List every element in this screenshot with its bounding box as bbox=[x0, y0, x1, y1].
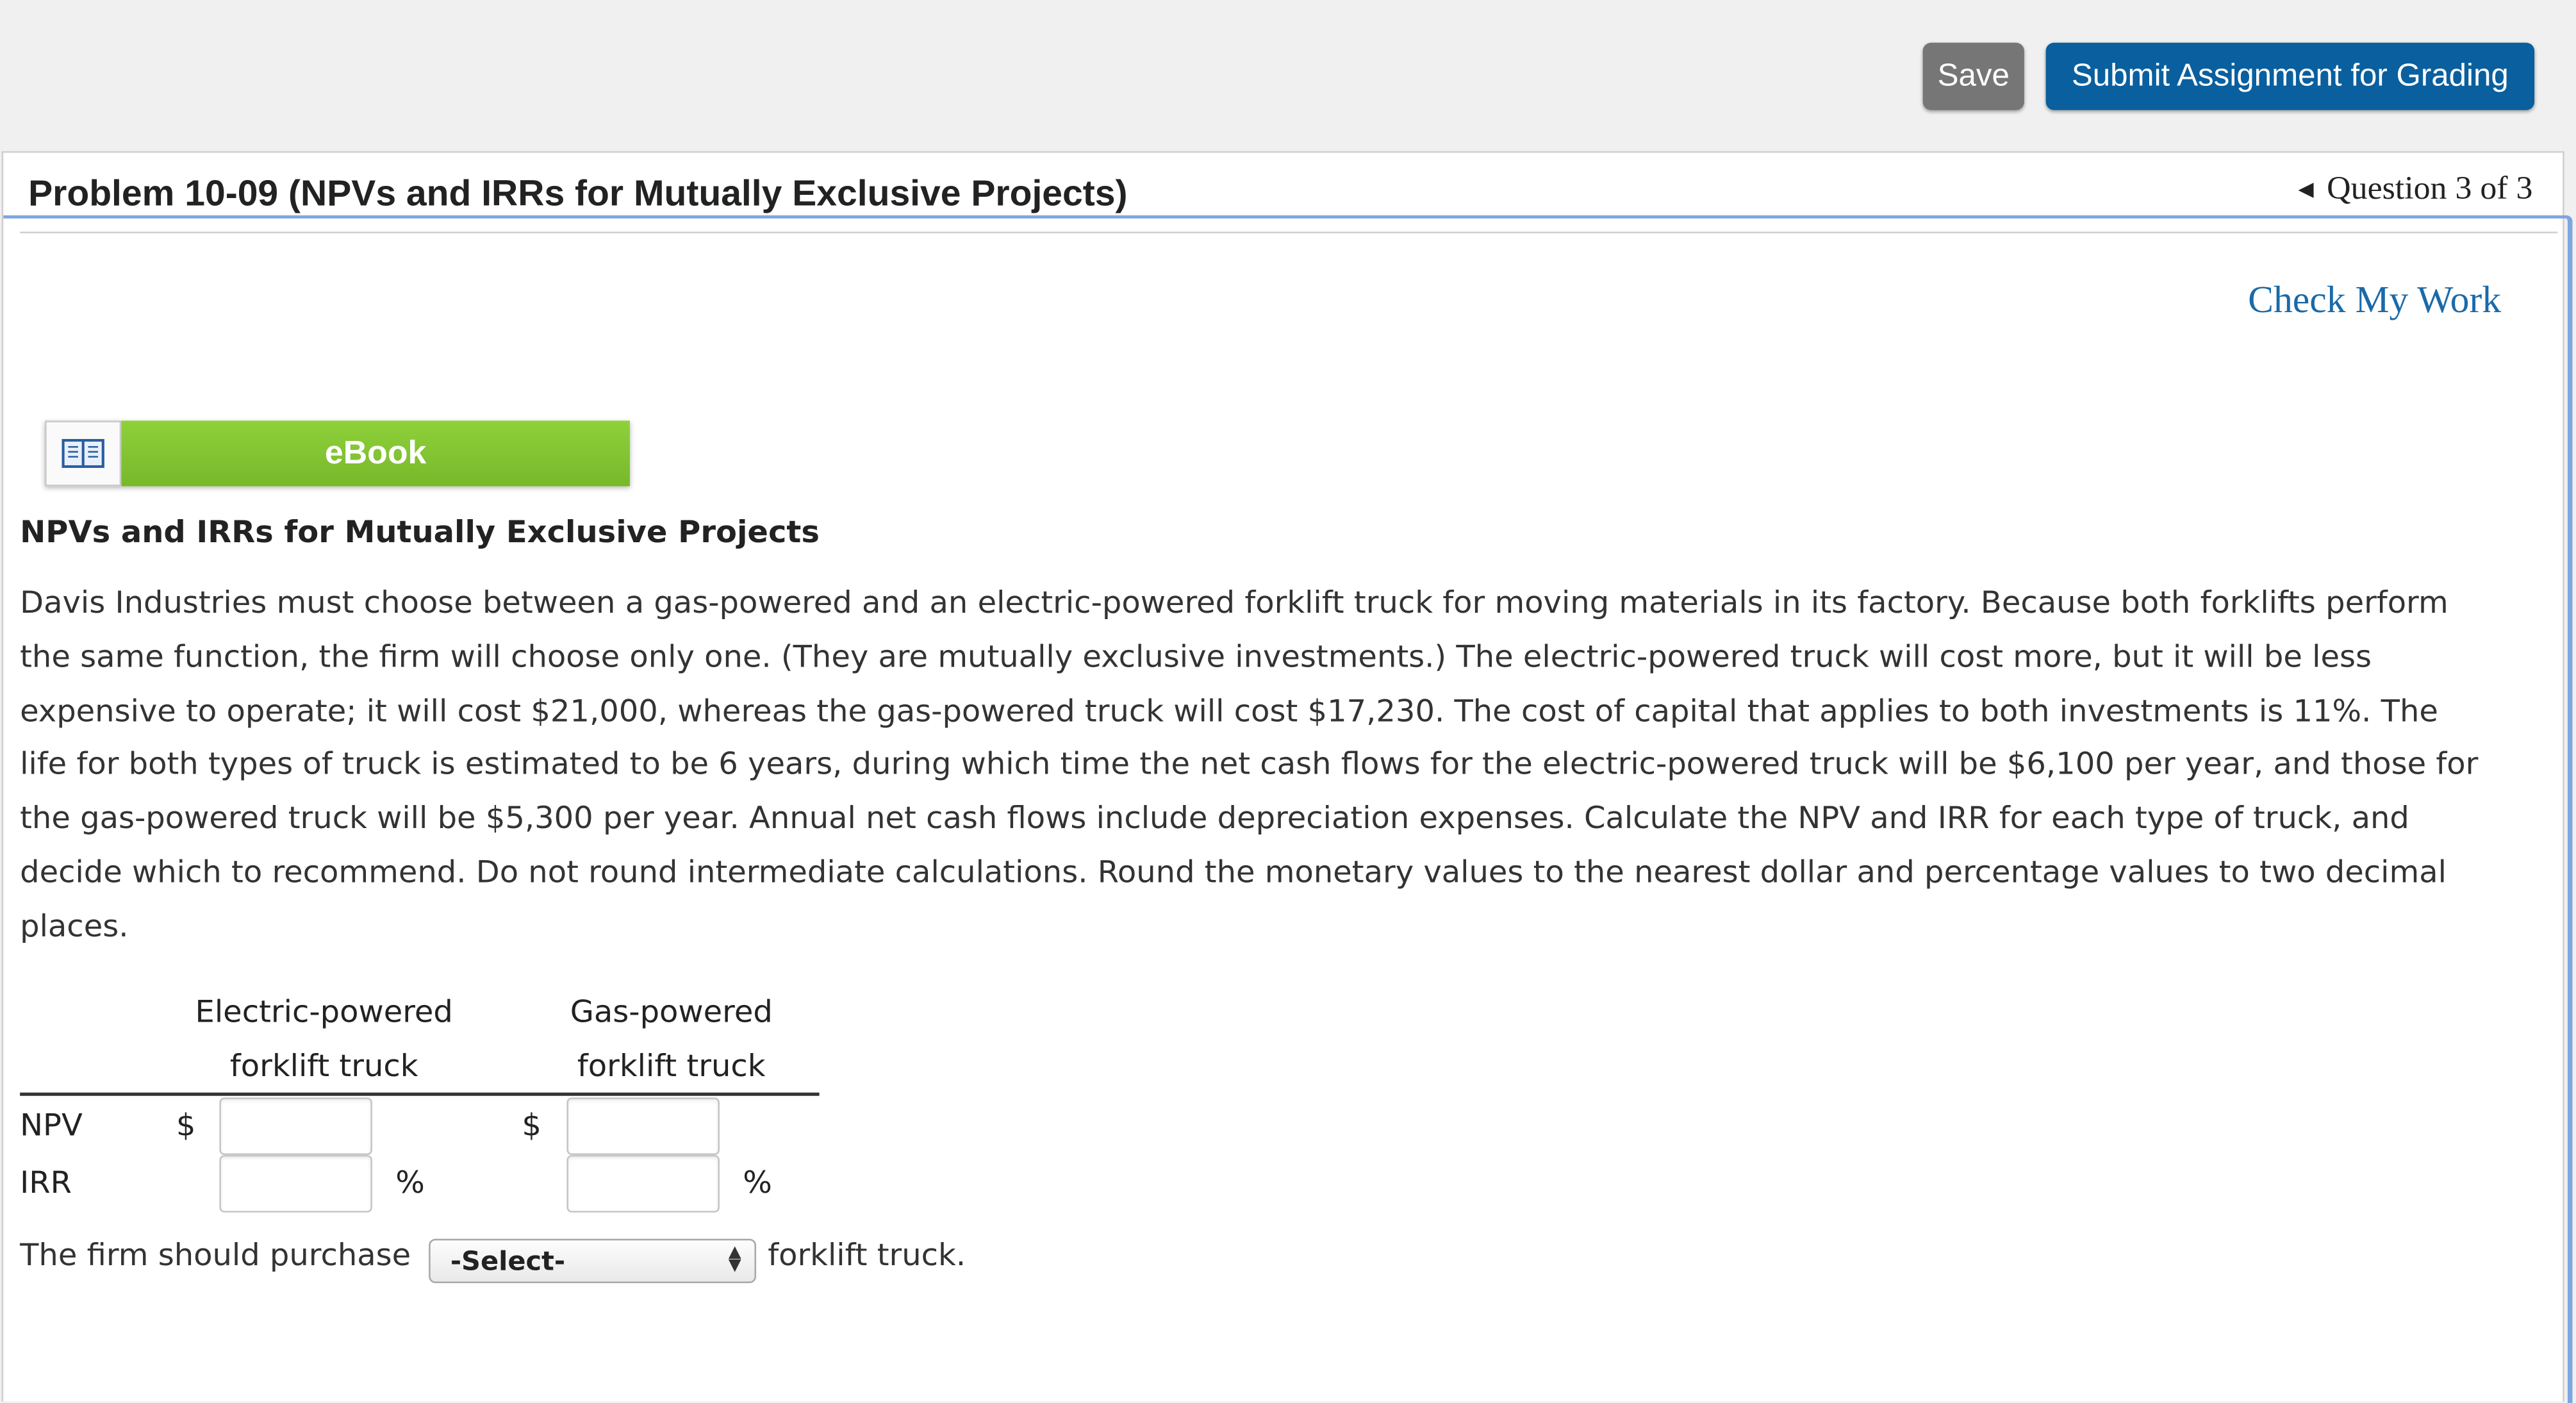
problem-text-line: places. bbox=[20, 909, 129, 945]
column-header-gas: Gas-powered forklift truck bbox=[537, 986, 806, 1094]
npv-electric-input[interactable] bbox=[219, 1097, 372, 1156]
problem-statement: Davis Industries must choose between a g… bbox=[20, 578, 2546, 956]
save-button[interactable]: Save bbox=[1922, 42, 2024, 110]
ebook-icon-box bbox=[45, 420, 122, 486]
column-header-line: forklift truck bbox=[229, 1050, 418, 1084]
column-header-electric: Electric-powered forklift truck bbox=[173, 986, 475, 1094]
problem-heading: NPVs and IRRs for Mutually Exclusive Pro… bbox=[20, 515, 820, 551]
problem-text-line: Davis Industries must choose between a g… bbox=[20, 586, 2448, 621]
truck-select-dropdown[interactable]: -Select- ▲ ▼ bbox=[429, 1238, 757, 1284]
column-header-line: Electric-powered bbox=[195, 995, 453, 1031]
problem-title: Problem 10-09 (NPVs and IRRs for Mutuall… bbox=[28, 172, 1128, 214]
assignment-page: Save Submit Assignment for Grading Probl… bbox=[0, 0, 2576, 1403]
npv-gas-input[interactable] bbox=[566, 1097, 720, 1156]
select-arrows-icon: ▲ ▼ bbox=[728, 1243, 741, 1275]
percent-symbol: % bbox=[395, 1166, 425, 1201]
currency-symbol: $ bbox=[522, 1109, 541, 1144]
problem-text-line: expensive to operate; it will cost $21,0… bbox=[20, 694, 2438, 729]
question-counter: Question 3 of 3 bbox=[2327, 170, 2533, 207]
irr-gas-input[interactable] bbox=[566, 1155, 720, 1213]
header-divider bbox=[20, 231, 2558, 234]
currency-symbol: $ bbox=[176, 1109, 196, 1144]
problem-text-line: the gas-powered truck will be $5,300 per… bbox=[20, 802, 2409, 837]
check-my-work-link[interactable]: Check My Work bbox=[2248, 279, 2501, 322]
percent-symbol: % bbox=[743, 1166, 772, 1201]
problem-text-line: decide which to recommend. Do not round … bbox=[20, 856, 2447, 891]
irr-electric-input[interactable] bbox=[219, 1155, 372, 1213]
recommendation-suffix: forklift truck. bbox=[768, 1238, 966, 1274]
ebook-label: eBook bbox=[121, 420, 630, 486]
select-value: -Select- bbox=[450, 1245, 566, 1277]
table-header-rule bbox=[20, 1092, 820, 1096]
recommendation-prefix: The firm should purchase bbox=[20, 1238, 411, 1274]
row-label-npv: NPV bbox=[20, 1109, 83, 1144]
column-header-line: Gas-powered bbox=[570, 995, 773, 1031]
submit-assignment-button[interactable]: Submit Assignment for Grading bbox=[2045, 42, 2535, 110]
problem-text-line: the same function, the firm will choose … bbox=[20, 640, 2372, 676]
ebook-button[interactable]: eBook bbox=[45, 420, 630, 486]
column-header-line: forklift truck bbox=[577, 1050, 766, 1084]
problem-text-line: life for both types of truck is estimate… bbox=[20, 748, 2479, 783]
book-icon bbox=[62, 438, 104, 469]
top-toolbar: Save Submit Assignment for Grading bbox=[0, 0, 2576, 151]
row-label-irr: IRR bbox=[20, 1166, 72, 1201]
question-navigation[interactable]: ◀ Question 3 of 3 bbox=[2298, 171, 2532, 209]
caret-left-icon[interactable]: ◀ bbox=[2298, 178, 2313, 202]
